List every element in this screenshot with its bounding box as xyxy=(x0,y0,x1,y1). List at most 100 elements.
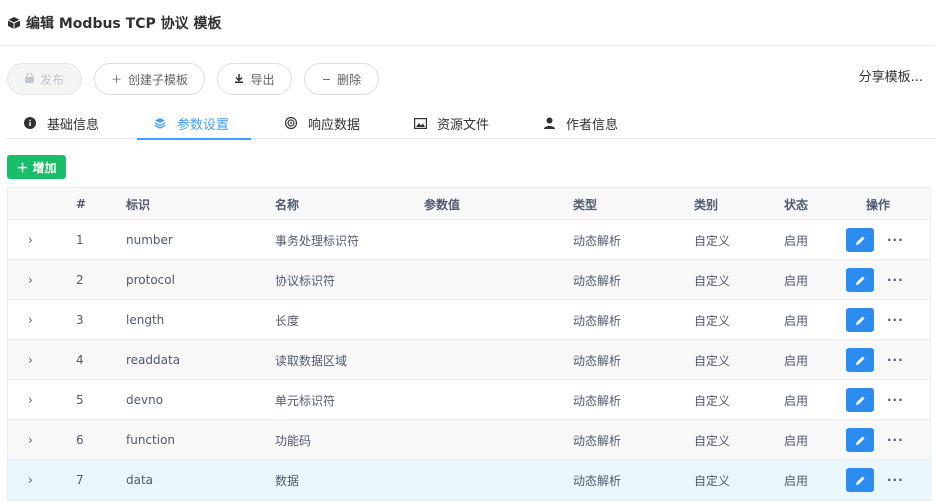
publish-button[interactable]: 发布 xyxy=(7,63,82,95)
row-index: 7 xyxy=(76,473,84,487)
pencil-icon xyxy=(855,356,864,365)
info-icon xyxy=(23,117,37,129)
row-actions xyxy=(846,220,874,260)
row-category: 自定义 xyxy=(694,393,731,408)
row-type: 动态解析 xyxy=(573,353,622,368)
pencil-icon xyxy=(855,316,864,325)
row-type: 动态解析 xyxy=(573,273,622,288)
column-header-name: 名称 xyxy=(275,197,300,212)
delete-button[interactable]: − 删除 xyxy=(304,63,379,95)
column-header-category: 类别 xyxy=(694,197,719,212)
table-body: › 1 number 事务处理标识符 动态解析 自定义 启用 ··· › 2 p… xyxy=(8,220,930,500)
pencil-icon xyxy=(855,276,864,285)
row-status: 启用 xyxy=(784,353,809,368)
column-header-type: 类型 xyxy=(573,197,598,212)
page-header: 编辑 Modbus TCP 协议 模板 xyxy=(0,0,935,46)
row-type: 动态解析 xyxy=(573,473,622,488)
cube-icon xyxy=(7,16,21,30)
edit-button[interactable] xyxy=(846,428,874,452)
parameter-table: # 标识 名称 参数值 类型 类别 状态 操作 › 1 number 事务处理标… xyxy=(7,187,931,501)
minus-icon: − xyxy=(321,72,332,86)
edit-button[interactable] xyxy=(846,468,874,492)
edit-button[interactable] xyxy=(846,308,874,332)
row-index: 6 xyxy=(76,433,84,447)
row-actions xyxy=(846,340,874,380)
table-row[interactable]: › 7 data 数据 动态解析 自定义 启用 ··· xyxy=(8,460,930,500)
table-row[interactable]: › 2 protocol 协议标识符 动态解析 自定义 启用 ··· xyxy=(8,260,930,300)
active-tab-indicator xyxy=(137,138,251,140)
edit-button[interactable] xyxy=(846,228,874,252)
table-row[interactable]: › 4 readdata 读取数据区域 动态解析 自定义 启用 ··· xyxy=(8,340,930,380)
row-name: 事务处理标识符 xyxy=(275,233,360,248)
row-key: devno xyxy=(126,393,164,407)
table-row[interactable]: › 5 devno 单元标识符 动态解析 自定义 启用 ··· xyxy=(8,380,930,420)
row-type: 动态解析 xyxy=(573,433,622,448)
row-category: 自定义 xyxy=(694,313,731,328)
expand-row-icon[interactable]: › xyxy=(28,300,33,340)
table-row[interactable]: › 6 function 功能码 动态解析 自定义 启用 ··· xyxy=(8,420,930,460)
more-actions-icon[interactable]: ··· xyxy=(887,420,904,460)
expand-row-icon[interactable]: › xyxy=(28,260,33,300)
download-icon xyxy=(234,73,244,85)
column-header-value: 参数值 xyxy=(424,197,461,212)
tab-bar: 基础信息 参数设置 响应数据 资源文件 作者信息 xyxy=(7,108,935,140)
row-status: 启用 xyxy=(784,433,809,448)
row-actions xyxy=(846,260,874,300)
image-icon xyxy=(413,117,427,129)
tab-resource-files[interactable]: 资源文件 xyxy=(413,108,489,138)
share-template-link[interactable]: 分享模板... xyxy=(859,66,923,85)
tab-basic-info[interactable]: 基础信息 xyxy=(23,108,99,138)
row-type: 动态解析 xyxy=(573,233,622,248)
row-name: 数据 xyxy=(275,473,300,488)
row-status: 启用 xyxy=(784,473,809,488)
edit-button[interactable] xyxy=(846,268,874,292)
table-row[interactable]: › 3 length 长度 动态解析 自定义 启用 ··· xyxy=(8,300,930,340)
more-actions-icon[interactable]: ··· xyxy=(887,220,904,260)
edit-button[interactable] xyxy=(846,348,874,372)
tab-parameter-settings[interactable]: 参数设置 xyxy=(137,108,251,140)
more-actions-icon[interactable]: ··· xyxy=(887,460,904,500)
row-category: 自定义 xyxy=(694,233,731,248)
column-header-key: 标识 xyxy=(126,197,151,212)
row-index: 3 xyxy=(76,313,84,327)
expand-row-icon[interactable]: › xyxy=(28,380,33,420)
target-icon xyxy=(284,117,298,129)
row-name: 长度 xyxy=(275,313,300,328)
row-name: 协议标识符 xyxy=(275,273,336,288)
row-index: 1 xyxy=(76,233,84,247)
row-actions xyxy=(846,380,874,420)
plus-icon: ＋ xyxy=(110,72,122,86)
lock-icon xyxy=(24,72,34,85)
row-category: 自定义 xyxy=(694,433,731,448)
table-header: # 标识 名称 参数值 类型 类别 状态 操作 xyxy=(8,188,930,220)
row-name: 单元标识符 xyxy=(275,393,336,408)
row-key: length xyxy=(126,313,165,327)
tab-author-info[interactable]: 作者信息 xyxy=(542,108,618,138)
more-actions-icon[interactable]: ··· xyxy=(887,260,904,300)
plus-icon: ＋ xyxy=(16,160,29,175)
add-parameter-button[interactable]: ＋ 增加 xyxy=(7,155,66,179)
expand-row-icon[interactable]: › xyxy=(28,220,33,260)
more-actions-icon[interactable]: ··· xyxy=(887,300,904,340)
row-actions xyxy=(846,420,874,460)
row-category: 自定义 xyxy=(694,473,731,488)
more-actions-icon[interactable]: ··· xyxy=(887,340,904,380)
export-button[interactable]: 导出 xyxy=(217,63,292,95)
row-index: 2 xyxy=(76,273,84,287)
table-row[interactable]: › 1 number 事务处理标识符 动态解析 自定义 启用 ··· xyxy=(8,220,930,260)
tab-response-data[interactable]: 响应数据 xyxy=(284,108,360,138)
row-key: number xyxy=(126,233,173,247)
expand-row-icon[interactable]: › xyxy=(28,340,33,380)
toolbar: 发布 ＋ 创建子模板 导出 − 删除 xyxy=(7,63,935,95)
more-actions-icon[interactable]: ··· xyxy=(887,380,904,420)
row-key: data xyxy=(126,473,154,487)
row-status: 启用 xyxy=(784,313,809,328)
row-actions xyxy=(846,300,874,340)
edit-button[interactable] xyxy=(846,388,874,412)
row-key: protocol xyxy=(126,273,175,287)
create-child-template-button[interactable]: ＋ 创建子模板 xyxy=(94,63,205,95)
row-name: 功能码 xyxy=(275,433,312,448)
row-name: 读取数据区域 xyxy=(275,353,348,368)
expand-row-icon[interactable]: › xyxy=(28,460,33,500)
expand-row-icon[interactable]: › xyxy=(28,420,33,460)
